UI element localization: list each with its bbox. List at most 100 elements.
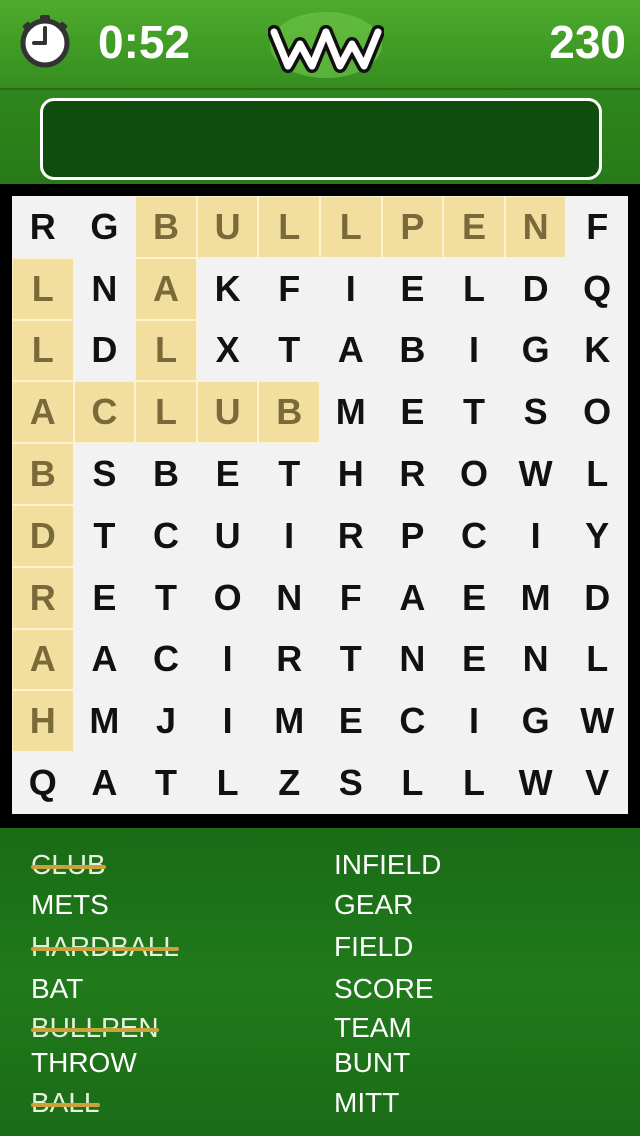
grid-cell[interactable]: L <box>566 443 628 505</box>
grid-cell[interactable]: B <box>135 443 197 505</box>
grid-cell[interactable]: J <box>135 690 197 752</box>
grid-cell[interactable]: C <box>73 381 136 444</box>
grid-cell[interactable]: G <box>505 320 567 382</box>
grid-cell[interactable]: I <box>197 629 259 691</box>
grid-cell[interactable]: F <box>566 196 628 258</box>
grid-cell[interactable]: I <box>197 690 259 752</box>
grid-cell[interactable]: D <box>566 567 628 629</box>
grid-cell[interactable]: P <box>382 505 444 567</box>
grid-cell[interactable]: E <box>320 690 382 752</box>
grid-cell[interactable]: W <box>566 690 628 752</box>
grid-cell[interactable]: A <box>12 381 74 444</box>
grid-cell[interactable]: A <box>135 257 197 320</box>
grid-cell[interactable]: M <box>74 690 136 752</box>
grid-cell[interactable]: K <box>566 320 628 382</box>
grid-cell[interactable]: L <box>12 319 74 382</box>
grid-cell[interactable]: R <box>258 629 320 691</box>
grid-cell[interactable]: C <box>382 690 444 752</box>
grid-cell[interactable]: H <box>320 443 382 505</box>
grid-cell[interactable]: U <box>196 196 259 258</box>
grid-cell[interactable]: O <box>443 443 505 505</box>
grid-cell[interactable]: H <box>12 690 74 753</box>
grid-cell[interactable]: T <box>74 505 136 567</box>
grid-cell[interactable]: E <box>382 381 444 443</box>
grid-cell[interactable]: K <box>197 258 259 320</box>
grid-cell[interactable]: T <box>258 443 320 505</box>
grid-cell[interactable]: D <box>12 505 74 567</box>
grid-cell[interactable]: L <box>566 629 628 691</box>
grid-cell[interactable]: Q <box>12 752 74 814</box>
grid-cell[interactable]: L <box>320 196 382 258</box>
grid-cell[interactable]: L <box>258 196 320 258</box>
grid-cell[interactable]: E <box>382 258 444 320</box>
grid-cell[interactable]: L <box>135 381 197 444</box>
grid-cell[interactable]: C <box>443 505 505 567</box>
grid-cell[interactable]: U <box>197 505 259 567</box>
grid-cell[interactable]: B <box>382 320 444 382</box>
grid-cell[interactable]: F <box>320 567 382 629</box>
grid-cell[interactable]: M <box>258 690 320 752</box>
grid-cell[interactable]: A <box>382 567 444 629</box>
grid-cell[interactable]: R <box>12 196 74 258</box>
grid-cell[interactable]: R <box>382 443 444 505</box>
grid-cell[interactable]: L <box>12 257 74 320</box>
grid-cell[interactable]: E <box>443 567 505 629</box>
grid-cell[interactable]: X <box>197 320 259 382</box>
grid-cell[interactable]: T <box>443 381 505 443</box>
grid-cell[interactable]: W <box>505 752 567 814</box>
grid-cell[interactable]: M <box>320 381 382 443</box>
grid-cell[interactable]: N <box>382 629 444 691</box>
grid-cell[interactable]: C <box>135 505 197 567</box>
grid-cell[interactable]: L <box>443 258 505 320</box>
grid-cell[interactable]: R <box>320 505 382 567</box>
grid-cell[interactable]: A <box>12 628 74 691</box>
grid-cell[interactable]: D <box>74 320 136 382</box>
grid-cell[interactable]: B <box>135 196 197 258</box>
grid-cell[interactable]: L <box>135 319 197 382</box>
grid-cell[interactable]: U <box>196 381 259 444</box>
grid-cell[interactable]: L <box>197 752 259 814</box>
grid-cell[interactable]: O <box>566 381 628 443</box>
grid-cell[interactable]: I <box>443 320 505 382</box>
grid-cell[interactable]: B <box>12 443 74 505</box>
grid-cell[interactable]: L <box>382 752 444 814</box>
grid-cell[interactable]: N <box>505 629 567 691</box>
grid-cell[interactable]: A <box>74 752 136 814</box>
grid-cell[interactable]: S <box>505 381 567 443</box>
grid-cell[interactable]: S <box>320 752 382 814</box>
grid-cell[interactable]: T <box>135 752 197 814</box>
grid-cell[interactable]: A <box>74 629 136 691</box>
grid-cell[interactable]: E <box>74 567 136 629</box>
grid-cell[interactable]: I <box>443 690 505 752</box>
grid-cell[interactable]: V <box>566 752 628 814</box>
grid-cell[interactable]: Q <box>566 258 628 320</box>
grid-cell[interactable]: A <box>320 320 382 382</box>
grid-cell[interactable]: T <box>258 320 320 382</box>
grid-cell[interactable]: B <box>258 381 320 444</box>
grid-cell[interactable]: G <box>74 196 136 258</box>
grid-cell[interactable]: Y <box>566 505 628 567</box>
grid-cell[interactable]: E <box>443 196 505 258</box>
grid-cell[interactable]: N <box>504 196 567 258</box>
grid-cell[interactable]: S <box>74 443 136 505</box>
grid-cell[interactable]: E <box>443 629 505 691</box>
grid-cell[interactable]: T <box>320 629 382 691</box>
grid-cell[interactable]: D <box>505 258 567 320</box>
letter-grid[interactable]: RGBULLPENFLNAKFIELDQLDLXTABIGKACLUBMETSO… <box>12 196 628 814</box>
grid-cell[interactable]: N <box>74 258 136 320</box>
grid-cell[interactable]: F <box>258 258 320 320</box>
grid-cell[interactable]: R <box>12 566 74 629</box>
grid-cell[interactable]: G <box>505 690 567 752</box>
grid-cell[interactable]: I <box>258 505 320 567</box>
grid-cell[interactable]: E <box>197 443 259 505</box>
grid-cell[interactable]: L <box>443 752 505 814</box>
grid-cell[interactable]: T <box>135 567 197 629</box>
grid-cell[interactable]: C <box>135 629 197 691</box>
grid-cell[interactable]: Z <box>258 752 320 814</box>
grid-cell[interactable]: M <box>505 567 567 629</box>
grid-cell[interactable]: O <box>197 567 259 629</box>
grid-cell[interactable]: N <box>258 567 320 629</box>
grid-cell[interactable]: I <box>320 258 382 320</box>
grid-cell[interactable]: P <box>381 196 444 258</box>
grid-cell[interactable]: W <box>505 443 567 505</box>
